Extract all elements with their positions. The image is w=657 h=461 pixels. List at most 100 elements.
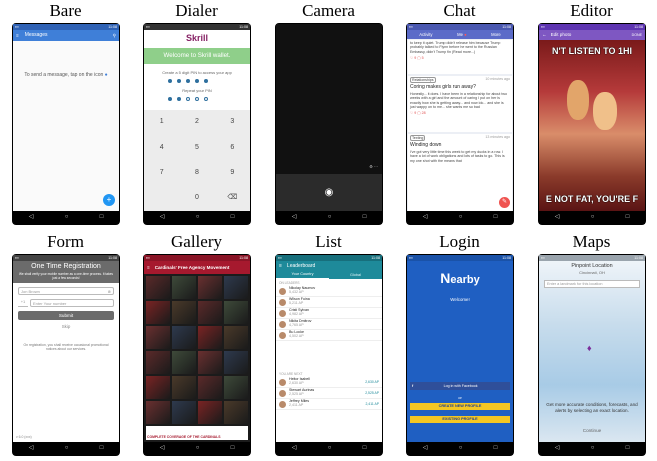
key-8[interactable]: 8 [179, 161, 214, 186]
existing-profile-button[interactable]: EXISTING PROFILE [410, 416, 510, 423]
photo-thumbnail[interactable] [198, 326, 222, 349]
recents-icon[interactable]: □ [626, 214, 630, 222]
continue-button[interactable]: Continue [539, 428, 645, 434]
key-3[interactable]: 3 [215, 110, 250, 135]
camera-settings-icon[interactable]: ⚙ ⋯ [369, 164, 378, 169]
photo-thumbnail[interactable] [224, 376, 248, 399]
done-button[interactable]: DONE [632, 33, 642, 37]
key-0[interactable]: 0 [179, 186, 214, 211]
back-icon[interactable]: ◁ [423, 214, 428, 222]
photo-thumbnail[interactable] [172, 401, 196, 424]
photo-thumbnail[interactable] [172, 376, 196, 399]
recents-icon[interactable]: □ [494, 214, 498, 222]
photo-thumbnail[interactable] [146, 276, 170, 299]
recents-icon[interactable]: □ [100, 445, 104, 453]
recents-icon[interactable]: □ [231, 214, 235, 222]
list-item[interactable]: Nikita Dmitrov 4,765 AP [276, 319, 382, 330]
back-icon[interactable]: ◁ [160, 214, 165, 222]
back-arrow-icon[interactable]: ← [542, 32, 547, 38]
photo-thumbnail[interactable] [146, 326, 170, 349]
post-tag[interactable]: Relationships [410, 77, 436, 84]
photo-thumbnail[interactable] [172, 301, 196, 324]
menu-icon[interactable]: ≡ [16, 33, 19, 39]
post-card[interactable]: Texting 13 minutes ago Winding down I've … [408, 134, 512, 211]
photo-thumbnail[interactable] [224, 301, 248, 324]
list-item[interactable]: Stewart Aurinas 2,525 AP 2,525 AP [276, 388, 382, 399]
photo-thumbnail[interactable] [146, 301, 170, 324]
photo-thumbnail[interactable] [198, 351, 222, 374]
home-icon[interactable]: ○ [459, 445, 463, 453]
home-icon[interactable]: ○ [196, 214, 200, 222]
location-pin-icon[interactable]: ♦ [587, 343, 592, 354]
photo-thumbnail[interactable] [224, 276, 248, 299]
back-icon[interactable]: ◁ [423, 445, 428, 453]
key-6[interactable]: 6 [215, 135, 250, 160]
menu-icon[interactable]: ≡ [279, 263, 282, 269]
photo-thumbnail[interactable] [172, 326, 196, 349]
photo-thumbnail[interactable] [198, 401, 222, 424]
facebook-login-button[interactable]: f Log in with Facebook [410, 382, 510, 390]
list-item[interactable]: Cristi Sylvan 4,982 AP [276, 308, 382, 319]
photo-thumbnail[interactable] [146, 351, 170, 374]
back-icon[interactable]: ◁ [292, 214, 297, 222]
submit-button[interactable]: Submit [18, 311, 114, 320]
clear-icon[interactable]: ⊗ [108, 289, 111, 294]
recents-icon[interactable]: □ [363, 214, 367, 222]
recents-icon[interactable]: □ [494, 445, 498, 453]
post-card[interactable]: to keep it quiet. Trump didn't release h… [408, 40, 512, 74]
photo-thumbnail[interactable] [224, 351, 248, 374]
key-5[interactable]: 5 [179, 135, 214, 160]
list-item[interactable]: Bu Locke 4,502 AP [276, 330, 382, 341]
key-4[interactable]: 4 [144, 135, 179, 160]
compose-pencil-icon[interactable]: ✎ [499, 197, 510, 208]
backspace-icon[interactable]: ⌫ [215, 186, 250, 211]
list-item[interactable]: Wilson Fuina 5,211 AP [276, 297, 382, 308]
recents-icon[interactable]: □ [100, 214, 104, 222]
coverage-banner[interactable]: COMPLETE COVERAGE OF THE CARDINALS [146, 426, 248, 440]
home-icon[interactable]: ○ [196, 445, 200, 453]
home-icon[interactable]: ○ [591, 214, 595, 222]
photo-thumbnail[interactable] [146, 376, 170, 399]
menu-icon[interactable]: ≡ [147, 265, 150, 271]
back-icon[interactable]: ◁ [29, 445, 34, 453]
list-item[interactable]: Jeffrey Miles 2,411 AP 2,411 AP [276, 399, 382, 410]
photo-thumbnail[interactable] [224, 401, 248, 424]
key-2[interactable]: 2 [179, 110, 214, 135]
search-icon[interactable]: ⚲ [113, 33, 116, 39]
photo-thumbnail[interactable] [172, 351, 196, 374]
photo-thumbnail[interactable] [224, 326, 248, 349]
photo-thumbnail[interactable] [172, 276, 196, 299]
home-icon[interactable]: ○ [65, 445, 69, 453]
recents-icon[interactable]: □ [231, 445, 235, 453]
key-1[interactable]: 1 [144, 110, 179, 135]
list-item[interactable]: Nikolay Naumov 5,432 AP [276, 286, 382, 297]
name-field[interactable]: Jon Brown ⊗ [18, 287, 114, 295]
back-icon[interactable]: ◁ [160, 445, 165, 453]
create-profile-button[interactable]: CREATE NEW PROFILE [410, 403, 510, 410]
key-9[interactable]: 9 [215, 161, 250, 186]
home-icon[interactable]: ○ [328, 445, 332, 453]
tab-global[interactable]: Global [329, 271, 382, 279]
recents-icon[interactable]: □ [363, 445, 367, 453]
home-icon[interactable]: ○ [459, 214, 463, 222]
country-code[interactable]: +1 [18, 299, 28, 307]
post-tag[interactable]: Texting [410, 135, 426, 142]
home-icon[interactable]: ○ [328, 214, 332, 222]
home-icon[interactable]: ○ [591, 445, 595, 453]
back-icon[interactable]: ◁ [29, 214, 34, 222]
home-icon[interactable]: ○ [65, 214, 69, 222]
photo-thumbnail[interactable] [198, 376, 222, 399]
phone-field[interactable]: Enter Your number [30, 299, 114, 307]
photo-thumbnail[interactable] [198, 276, 222, 299]
skip-link[interactable]: Skip [13, 324, 119, 330]
photo-thumbnail[interactable] [146, 401, 170, 424]
back-icon[interactable]: ◁ [292, 445, 297, 453]
tab-activity[interactable]: Activity [419, 32, 432, 37]
landmark-input[interactable]: Enter a landmark for this location [544, 280, 640, 288]
list-item[interactable]: Heitor Isabell 2,630 AP 2,630 AP [276, 377, 382, 388]
photo-thumbnail[interactable] [198, 301, 222, 324]
tab-me[interactable]: Me ● [457, 32, 467, 37]
tab-more[interactable]: More [491, 32, 501, 37]
recents-icon[interactable]: □ [626, 445, 630, 453]
back-icon[interactable]: ◁ [555, 214, 560, 222]
